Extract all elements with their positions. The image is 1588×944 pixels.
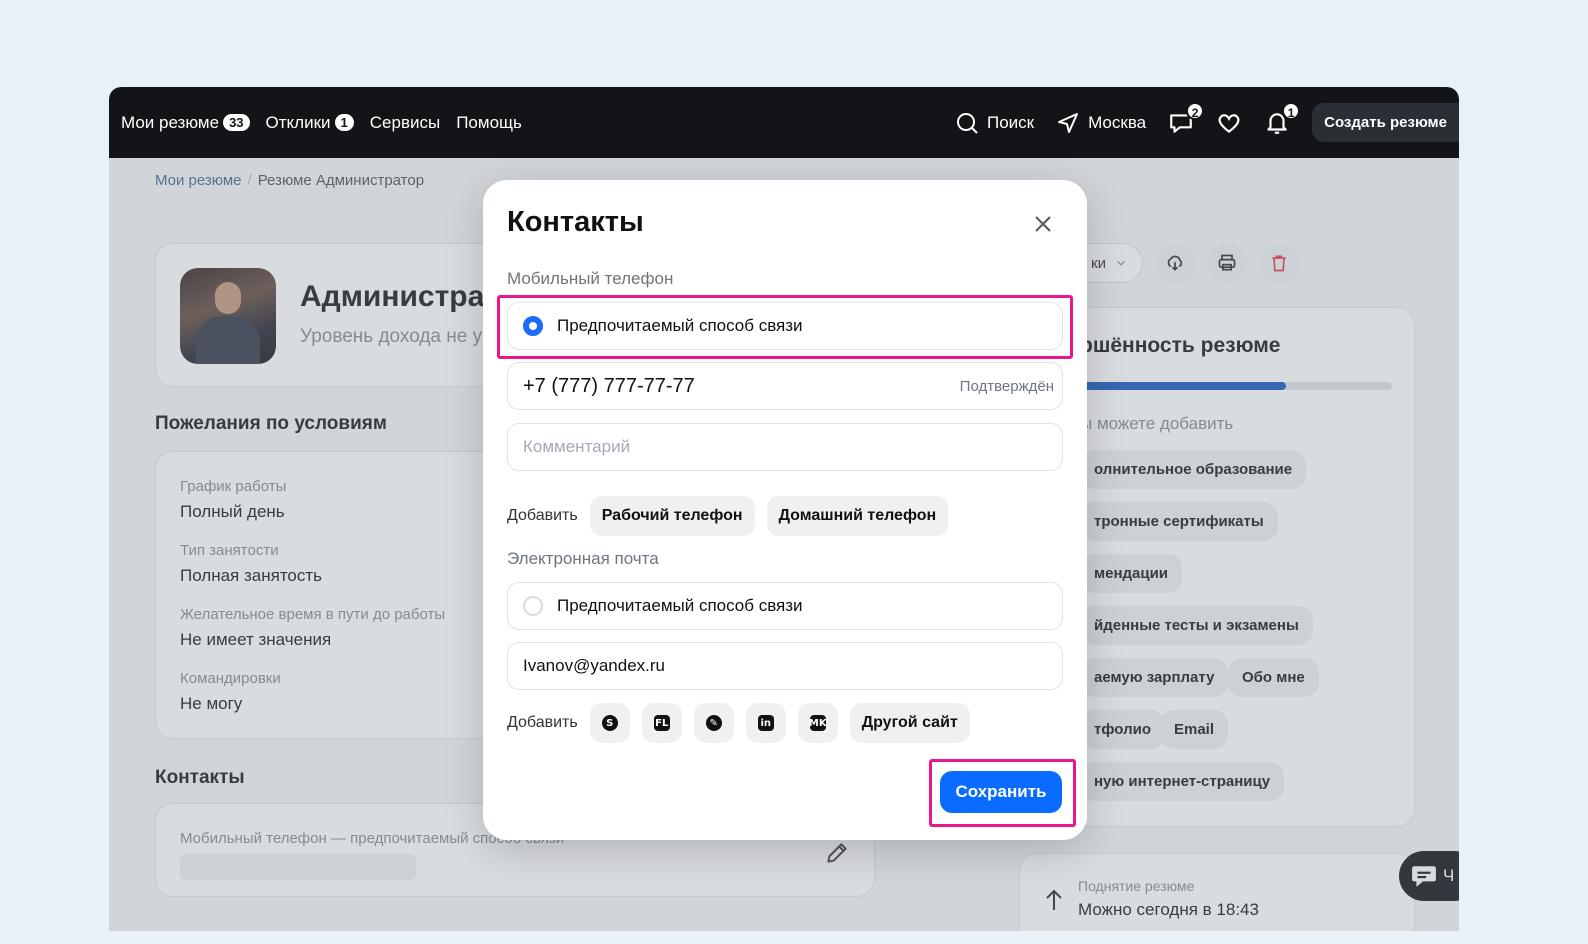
nav-my-resumes-count: 33: [223, 114, 250, 131]
modal-title: Контакты: [507, 206, 644, 238]
nav-responses-count: 1: [334, 114, 354, 131]
add-work-phone-button[interactable]: Рабочий телефон: [589, 496, 755, 536]
contacts-modal: Контакты Мобильный телефон Предпочитаемы…: [483, 180, 1087, 840]
add-livejournal-button[interactable]: ✎: [693, 703, 734, 743]
moikrug-icon: MK: [809, 715, 827, 731]
search-icon: [956, 112, 978, 134]
nav-my-resumes-label: Мои резюме: [121, 112, 220, 132]
email-preferred-option[interactable]: Предпочитаемый способ связи: [507, 582, 1063, 630]
notifications-count-badge: 1: [1282, 101, 1301, 120]
email-value: Ivanov@yandex.ru: [523, 656, 666, 675]
add-home-phone-button[interactable]: Домашний телефон: [766, 496, 949, 536]
email-field[interactable]: Ivanov@yandex.ru: [507, 642, 1063, 690]
email-label: Электронная почта: [507, 549, 659, 568]
comment-field[interactable]: [507, 423, 1063, 471]
phone-field[interactable]: +7 (777) 777-77-77 Подтверждён: [507, 362, 1063, 410]
add-site-row: Добавить S FL ✎ in MK Другой сайт: [507, 703, 982, 743]
add-phone-label: Добавить: [507, 507, 578, 524]
heart-icon: [1218, 113, 1240, 133]
phone-preferred-option[interactable]: Предпочитаемый способ связи: [507, 302, 1063, 350]
comment-input[interactable]: [523, 437, 1047, 457]
livejournal-icon: ✎: [705, 715, 722, 731]
add-site-label: Добавить: [507, 714, 578, 731]
nav-responses[interactable]: Отклики 1: [266, 113, 354, 133]
nav-right-group: Поиск Москва 2 1 Создать резюме: [955, 87, 1459, 158]
nav-services[interactable]: Сервисы: [370, 113, 440, 133]
phone-confirmed-status: Подтверждён: [959, 377, 1054, 395]
add-linkedin-button[interactable]: in: [745, 703, 786, 743]
mobile-phone-label: Мобильный телефон: [507, 269, 674, 288]
email-preferred-label: Предпочитаемый способ связи: [557, 596, 803, 615]
nav-search-label: Поиск: [986, 112, 1035, 132]
close-button[interactable]: [1031, 212, 1055, 236]
nav-search[interactable]: Поиск: [955, 111, 1034, 135]
phone-value: +7 (777) 777-77-77: [523, 374, 695, 397]
phone-preferred-radio[interactable]: [523, 316, 543, 336]
add-freelance-button[interactable]: FL: [641, 703, 682, 743]
close-icon: [1035, 216, 1051, 232]
add-moikrug-button[interactable]: MK: [797, 703, 838, 743]
nav-messages[interactable]: 2: [1168, 101, 1205, 136]
create-resume-button[interactable]: Создать резюме: [1312, 103, 1459, 142]
nav-notifications[interactable]: 1: [1264, 101, 1301, 136]
nav-city-label: Москва: [1088, 112, 1147, 132]
skype-icon: S: [601, 715, 618, 731]
location-arrow-icon: [1058, 112, 1079, 133]
nav-my-resumes[interactable]: Мои резюме 33: [121, 113, 250, 133]
nav-responses-label: Отклики: [265, 112, 331, 132]
add-phone-row: Добавить Рабочий телефон Домашний телефо…: [507, 496, 960, 536]
top-navigation: Мои резюме 33 Отклики 1 Сервисы Помощь П…: [109, 87, 1459, 158]
messages-count-badge: 2: [1186, 101, 1205, 120]
nav-city[interactable]: Москва: [1056, 111, 1146, 135]
add-skype-button[interactable]: S: [589, 703, 630, 743]
nav-help[interactable]: Помощь: [456, 113, 522, 133]
phone-preferred-label: Предпочитаемый способ связи: [557, 316, 803, 335]
email-preferred-radio[interactable]: [523, 596, 543, 616]
save-button[interactable]: Сохранить: [940, 771, 1062, 813]
freelance-icon: FL: [653, 715, 670, 731]
linkedin-icon: in: [757, 715, 774, 731]
nav-favorites[interactable]: [1216, 110, 1242, 136]
add-other-site-button[interactable]: Другой сайт: [849, 703, 970, 743]
